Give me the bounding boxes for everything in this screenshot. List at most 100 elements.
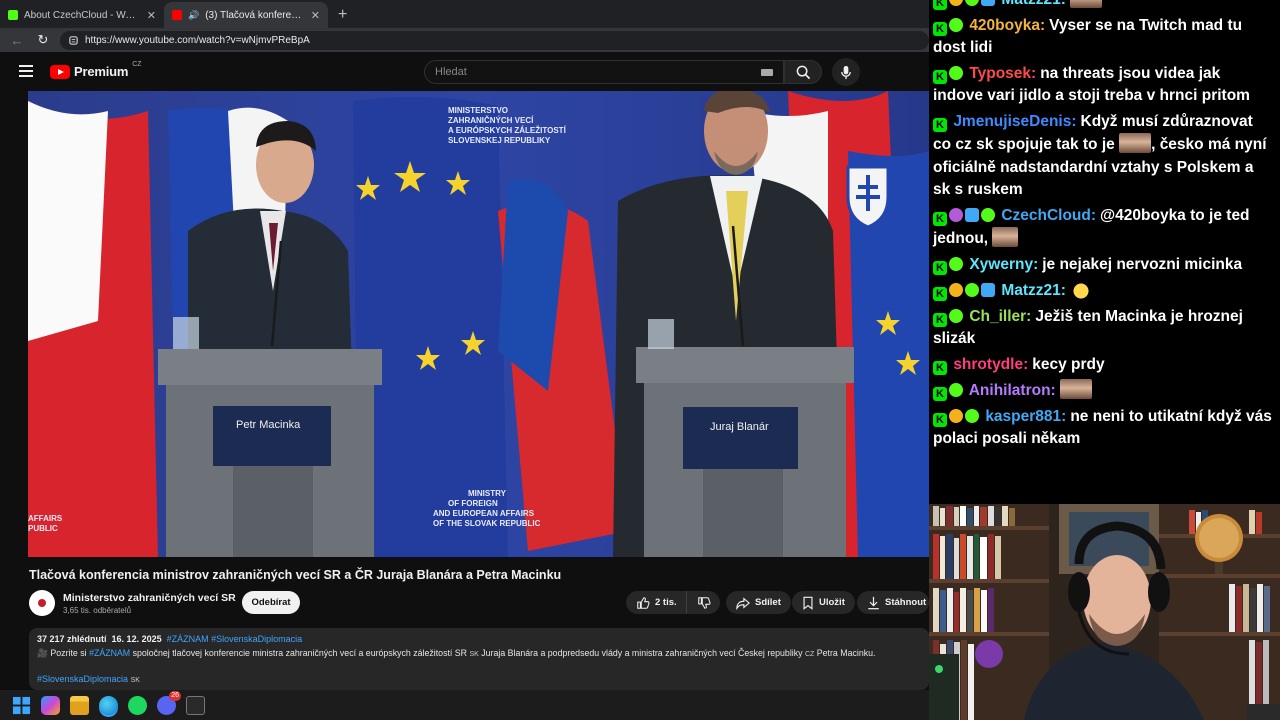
file-explorer-icon[interactable] xyxy=(70,695,89,715)
site-info-icon[interactable] xyxy=(68,35,79,46)
view-count: 37 217 zhlédnutí xyxy=(37,634,107,644)
tab-strip: About CzechCloud - Watch Live on ✕ 🔊 (3)… xyxy=(0,0,929,28)
svg-text:OF FOREIGN: OF FOREIGN xyxy=(448,499,498,508)
download-label: Stáhnout xyxy=(885,597,927,608)
windows-start-icon[interactable] xyxy=(12,696,31,715)
browser-window: About CzechCloud - Watch Live on ✕ 🔊 (3)… xyxy=(0,0,929,720)
menu-icon[interactable] xyxy=(19,65,33,77)
close-tab-icon[interactable]: ✕ xyxy=(147,9,156,22)
search-icon xyxy=(796,65,810,79)
address-bar[interactable]: https://www.youtube.com/watch?v=wNjmvPRe… xyxy=(60,30,929,50)
podium-sign-left: Petr Macinka xyxy=(236,419,301,431)
chat-message: K CzechCloud: @420boyka to je ted jednou, xyxy=(929,205,1280,251)
chat-username[interactable]: Xywerny: xyxy=(969,256,1038,273)
sub-badge-icon xyxy=(949,65,963,80)
chat-username[interactable]: Matzz21: xyxy=(1001,0,1066,8)
close-tab-icon[interactable]: ✕ xyxy=(311,9,320,22)
speaker-icon[interactable]: 🔊 xyxy=(188,10,199,21)
webcam-image xyxy=(929,504,1280,720)
tab-youtube[interactable]: 🔊 (3) Tlačová konferencia minist ✕ xyxy=(164,2,328,28)
keyboard-icon[interactable] xyxy=(761,69,773,76)
face-emote-icon xyxy=(1069,0,1102,8)
chat-username[interactable]: Anihilatron: xyxy=(969,382,1056,399)
sk-flag: SK xyxy=(469,651,479,658)
new-tab-button[interactable]: + xyxy=(328,2,357,28)
description-text: 🎥 Pozrite si #ZÁZNAM spoločnej tlačovej … xyxy=(37,648,875,659)
epic-games-icon[interactable] xyxy=(186,695,205,715)
windows-taskbar: 26 xyxy=(0,690,929,720)
spotify-icon[interactable] xyxy=(128,695,147,715)
save-button[interactable]: Uložit xyxy=(792,591,855,614)
discord-icon[interactable]: 26 xyxy=(157,690,181,715)
desc-text-3: Petra Macinku. xyxy=(816,648,876,658)
channel-avatar[interactable] xyxy=(29,590,55,616)
chat-message: K 420boyka: Vyser se na Twitch mad tu dos… xyxy=(929,15,1280,60)
video-player[interactable]: MINISTERSTVO ZAHRANIČNÝCH VECÍ A EURÓPSK… xyxy=(28,91,929,557)
share-button[interactable]: Sdílet xyxy=(726,591,791,614)
kick-badge-icon: K xyxy=(933,387,947,401)
chat-username[interactable]: JmenujiseDenis: xyxy=(953,113,1076,130)
youtube-premium-logo[interactable]: Premium CZ xyxy=(50,61,142,79)
back-icon[interactable]: ← xyxy=(8,33,26,48)
video-title: Tlačová konferencia ministrov zahraničný… xyxy=(29,568,562,582)
youtube-play-icon xyxy=(50,64,70,79)
gem-badge-icon xyxy=(965,207,979,222)
search-placeholder: Hledat xyxy=(435,66,467,78)
svg-text:AND EUROPEAN AFFAIRS: AND EUROPEAN AFFAIRS xyxy=(433,509,535,518)
webcam-feed xyxy=(929,504,1280,720)
search-input[interactable]: Hledat xyxy=(424,60,784,84)
chat-panel: K Matzz21: K 420boyka:Vyser se na Twitch… xyxy=(929,0,1280,502)
search-button[interactable] xyxy=(784,60,822,84)
desc-bottom-hashtag[interactable]: #SlovenskaDiplomacia xyxy=(37,674,128,684)
svg-text:MINISTRY: MINISTRY xyxy=(468,489,507,498)
thumbs-up-icon xyxy=(637,596,650,609)
coin-badge-icon xyxy=(949,0,963,6)
kick-badge-icon: K xyxy=(933,287,947,301)
kick-favicon-icon xyxy=(8,10,18,20)
like-button[interactable]: 2 tis. xyxy=(626,591,686,614)
subscribe-button[interactable]: Odebírat xyxy=(242,591,300,614)
podium-sign-right: Juraj Blanár xyxy=(710,421,769,433)
sub-badge-icon xyxy=(965,408,979,423)
desc-prefix: Pozrite si xyxy=(50,648,87,658)
tab-czechcloud[interactable]: About CzechCloud - Watch Live on ✕ xyxy=(0,2,164,28)
copilot-icon[interactable] xyxy=(41,695,60,715)
chat-username[interactable]: Matzz21: xyxy=(1001,282,1066,299)
chat-username[interactable]: 420boyka: xyxy=(969,17,1045,34)
kick-badge-icon: K xyxy=(933,0,947,10)
chat-username[interactable]: CzechCloud: xyxy=(1001,207,1096,224)
chat-username[interactable]: kasper881: xyxy=(985,408,1066,425)
duck-emote-icon xyxy=(1069,279,1092,299)
voice-search-button[interactable] xyxy=(832,58,860,86)
chat-message: K Anihilatron: xyxy=(929,379,1280,403)
description-box[interactable]: 37 217 zhlédnutí 16. 12. 2025 #ZÁZNAM #S… xyxy=(29,628,929,690)
svg-text:ZAHRANIČNÝCH VECÍ: ZAHRANIČNÝCH VECÍ xyxy=(448,116,534,125)
chat-username[interactable]: Typosek: xyxy=(969,65,1036,82)
crown-badge-icon xyxy=(949,408,963,423)
dislike-button[interactable] xyxy=(686,591,720,614)
save-label: Uložit xyxy=(819,597,845,608)
chat-text: kecy prdy xyxy=(1032,355,1105,373)
channel-name[interactable]: Ministerstvo zahraničných vecí SR xyxy=(63,592,236,604)
face-emote-icon xyxy=(992,227,1019,247)
desc-hashtag[interactable]: #ZÁZNAM xyxy=(89,648,130,658)
share-label: Sdílet xyxy=(755,597,781,608)
bookmark-icon xyxy=(803,596,813,610)
kick-badge-icon: K xyxy=(933,312,947,327)
sub-badge-icon xyxy=(965,0,979,6)
kick-badge-icon: K xyxy=(933,360,947,375)
svg-text:MINISTERSTVO: MINISTERSTVO xyxy=(448,106,508,115)
chat-username[interactable]: Ch_iller: xyxy=(969,308,1031,325)
download-button[interactable]: Stáhnout xyxy=(857,591,929,614)
reload-icon[interactable]: ↻ xyxy=(34,32,52,48)
edge-icon[interactable] xyxy=(99,695,118,715)
kick-badge-icon: K xyxy=(933,21,947,36)
kick-badge-icon: K xyxy=(933,117,947,132)
hashtags[interactable]: #ZÁZNAM #SlovenskaDiplomacia xyxy=(167,634,303,644)
cz-flag: CZ xyxy=(805,651,815,658)
chat-message: K shrotydle: kecy prdy xyxy=(929,354,1280,377)
description-bottom: #SlovenskaDiplomacia SK xyxy=(37,674,140,684)
chat-text: je nejakej nervozni micinka xyxy=(1042,255,1243,273)
chat-message: K kasper881: ne neni to utikatní když vás… xyxy=(929,406,1280,451)
chat-username[interactable]: shrotydle: xyxy=(953,356,1028,373)
